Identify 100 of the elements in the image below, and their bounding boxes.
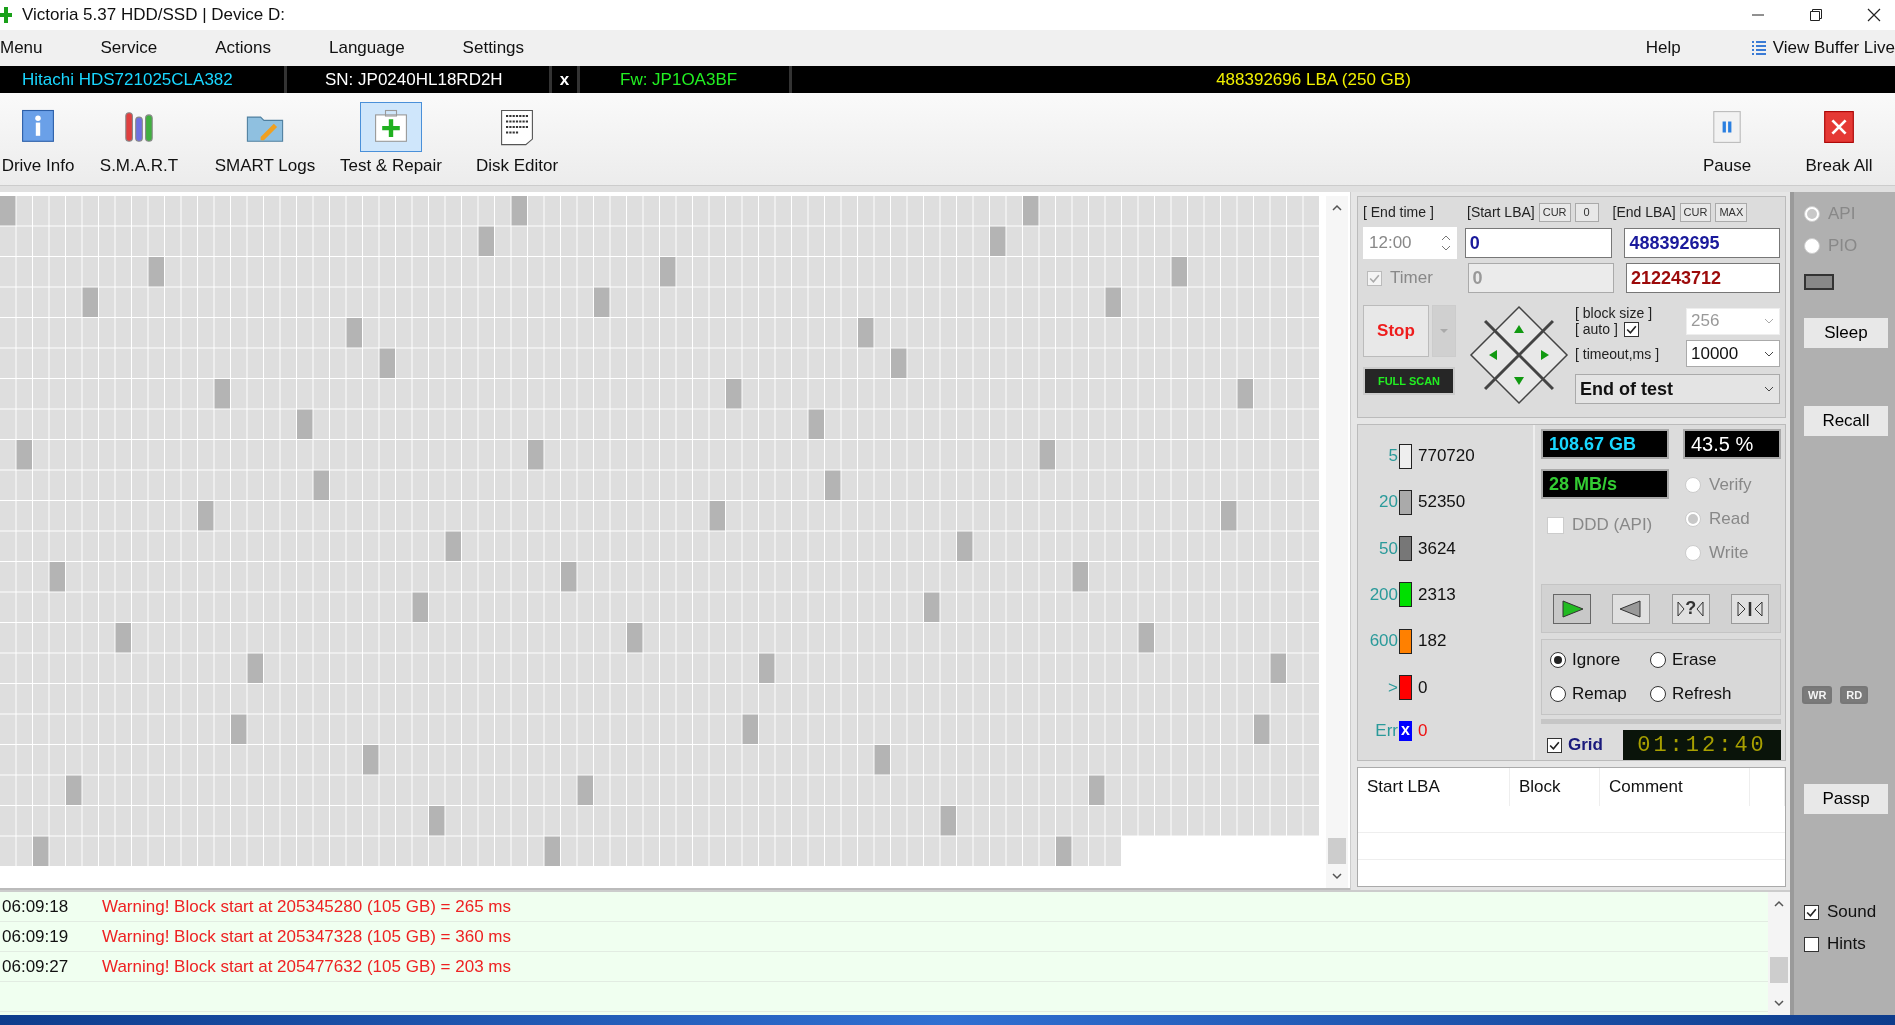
checkbox[interactable] xyxy=(1804,904,1819,920)
checkbox-label: DDD (API) xyxy=(1572,515,1653,535)
log-time: 06:09:27 xyxy=(1,956,70,977)
cur-button[interactable]: CUR xyxy=(1538,202,1571,222)
scroll-up-icon[interactable] xyxy=(1773,900,1785,908)
radio-button[interactable] xyxy=(1650,686,1666,703)
toolbar-button[interactable]: Break All xyxy=(1783,93,1895,185)
scroll-down-icon[interactable] xyxy=(1331,872,1343,880)
toolbar-button[interactable]: SMART Logs xyxy=(202,93,328,185)
latency-label: Err xyxy=(1374,721,1398,742)
end-action-dropdown[interactable]: End of test xyxy=(1575,374,1780,404)
latency-label: > xyxy=(1387,677,1398,698)
radio-label: Erase xyxy=(1672,650,1717,671)
recall-button[interactable]: Recall xyxy=(1804,406,1888,436)
scroll-up-icon[interactable] xyxy=(1331,204,1343,212)
log-message: Warning! Block start at 205345280 (105 GB) = 265 ms xyxy=(102,896,511,917)
checkbox[interactable] xyxy=(1623,321,1639,337)
latency-label: 20 xyxy=(1378,492,1398,513)
menu-item[interactable]: Language xyxy=(328,38,405,58)
radio-label: Refresh xyxy=(1672,684,1732,705)
latency-swatch: x xyxy=(1399,721,1412,742)
radio-label: Read xyxy=(1709,509,1750,529)
passp-button[interactable]: Passp xyxy=(1804,784,1888,814)
transport-button[interactable] xyxy=(1552,593,1591,624)
radio-button[interactable] xyxy=(1650,652,1666,669)
latency-count: 3624 xyxy=(1418,538,1456,559)
stop-button[interactable]: Stop xyxy=(1363,305,1429,357)
toolbar-button[interactable]: Test & Repair xyxy=(328,93,454,185)
column-header[interactable]: Comment xyxy=(1600,768,1750,806)
timeout-dropdown[interactable]: 10000 xyxy=(1686,340,1780,367)
toolbar-button[interactable]: Drive Info xyxy=(0,93,76,185)
field-label: [ auto ] xyxy=(1575,321,1618,337)
input-field[interactable]: 488392695 xyxy=(1624,228,1780,258)
sleep-button[interactable]: Sleep xyxy=(1804,318,1888,348)
checkbox-label: Sound xyxy=(1827,902,1877,922)
caret-icon xyxy=(1439,328,1449,334)
app-logo-icon xyxy=(0,7,12,23)
radio-button[interactable] xyxy=(1550,652,1566,669)
scrollbar[interactable] xyxy=(1768,892,1790,1015)
transport-button[interactable] xyxy=(1612,593,1651,624)
transport-button[interactable]: ? xyxy=(1671,593,1710,624)
input-field[interactable]: 0 xyxy=(1464,228,1613,258)
menu-item[interactable]: Actions xyxy=(215,38,271,58)
toolbar-button[interactable]: S.M.A.R.T xyxy=(76,93,202,185)
field-label: [ End time ] xyxy=(1363,204,1435,220)
drive-capacity: 488392696 LBA (250 GB) xyxy=(1216,69,1411,90)
field-label: [ timeout,ms ] xyxy=(1575,345,1660,362)
close-drive-button[interactable]: x xyxy=(559,69,570,90)
field-label: [Start LBA] xyxy=(1467,204,1535,220)
chevron-down-icon xyxy=(1763,349,1775,358)
radio-button[interactable] xyxy=(1550,686,1566,703)
latency-count: 0 xyxy=(1418,721,1428,742)
radio-label: Verify xyxy=(1709,475,1752,495)
radio-label: Write xyxy=(1709,543,1749,563)
column-header[interactable]: Start LBA xyxy=(1358,768,1510,806)
transport-button[interactable] xyxy=(1731,593,1770,624)
restore-icon[interactable] xyxy=(1809,8,1823,22)
status-led xyxy=(1804,274,1834,290)
drive-model: Hitachi HDS721025CLA382 xyxy=(22,69,233,90)
checkbox[interactable] xyxy=(1367,270,1382,286)
input-field: 212243712 xyxy=(1625,263,1780,293)
chevron-down-icon xyxy=(1763,317,1775,325)
latency-count: 770720 xyxy=(1418,446,1475,467)
field-label: [End LBA] xyxy=(1612,204,1676,220)
activity-indicator: RD xyxy=(1840,686,1869,704)
scroll-thumb[interactable] xyxy=(1770,957,1788,983)
field-label: [ block size ] xyxy=(1575,305,1653,321)
close-icon[interactable] xyxy=(1867,8,1881,22)
direction-pad-icon[interactable] xyxy=(1469,305,1569,405)
toolbar-button[interactable]: Disk Editor xyxy=(454,93,580,185)
column-header[interactable]: Block xyxy=(1510,768,1600,806)
latency-count: 182 xyxy=(1418,631,1447,652)
checkbox[interactable] xyxy=(1804,936,1819,952)
cur-button[interactable]: CUR xyxy=(1679,202,1712,222)
list-icon[interactable] xyxy=(1750,40,1767,56)
latency-label: 5 xyxy=(1387,446,1398,467)
chevron-down-icon xyxy=(1763,385,1775,393)
menu-item[interactable]: Settings xyxy=(462,38,525,58)
log-time: 06:09:18 xyxy=(1,896,70,917)
max-button[interactable]: MAX xyxy=(1715,202,1748,222)
activity-indicator: WR xyxy=(1802,686,1833,704)
radio-label: Remap xyxy=(1572,684,1627,705)
menu-item[interactable]: Menu xyxy=(0,38,43,58)
latency-label: 50 xyxy=(1378,538,1398,559)
scroll-down-icon[interactable] xyxy=(1773,999,1785,1007)
menu-item[interactable]: Help xyxy=(1645,38,1681,58)
firmware-version: Fw: JP1OA3BF xyxy=(620,69,738,90)
toolbar-button[interactable]: Pause xyxy=(1671,93,1783,185)
checkbox[interactable] xyxy=(1547,737,1562,753)
latency-label: 200 xyxy=(1368,585,1398,605)
serial-number: SN: JP0240HL18RD2H xyxy=(325,69,503,90)
time-spinner[interactable]: 12:00 xyxy=(1363,227,1457,259)
menu-item[interactable]: View Buffer Live xyxy=(1772,38,1895,58)
zero-button[interactable]: 0 xyxy=(1574,202,1599,222)
menu-item[interactable]: Service xyxy=(100,38,158,58)
log-message: Warning! Block start at 205347328 (105 GB) = 360 ms xyxy=(102,926,511,947)
checkbox-label: Hints xyxy=(1827,934,1866,954)
input-field: 0 xyxy=(1467,263,1614,293)
scrollbar[interactable] xyxy=(1326,196,1348,888)
scroll-thumb[interactable] xyxy=(1328,838,1346,864)
